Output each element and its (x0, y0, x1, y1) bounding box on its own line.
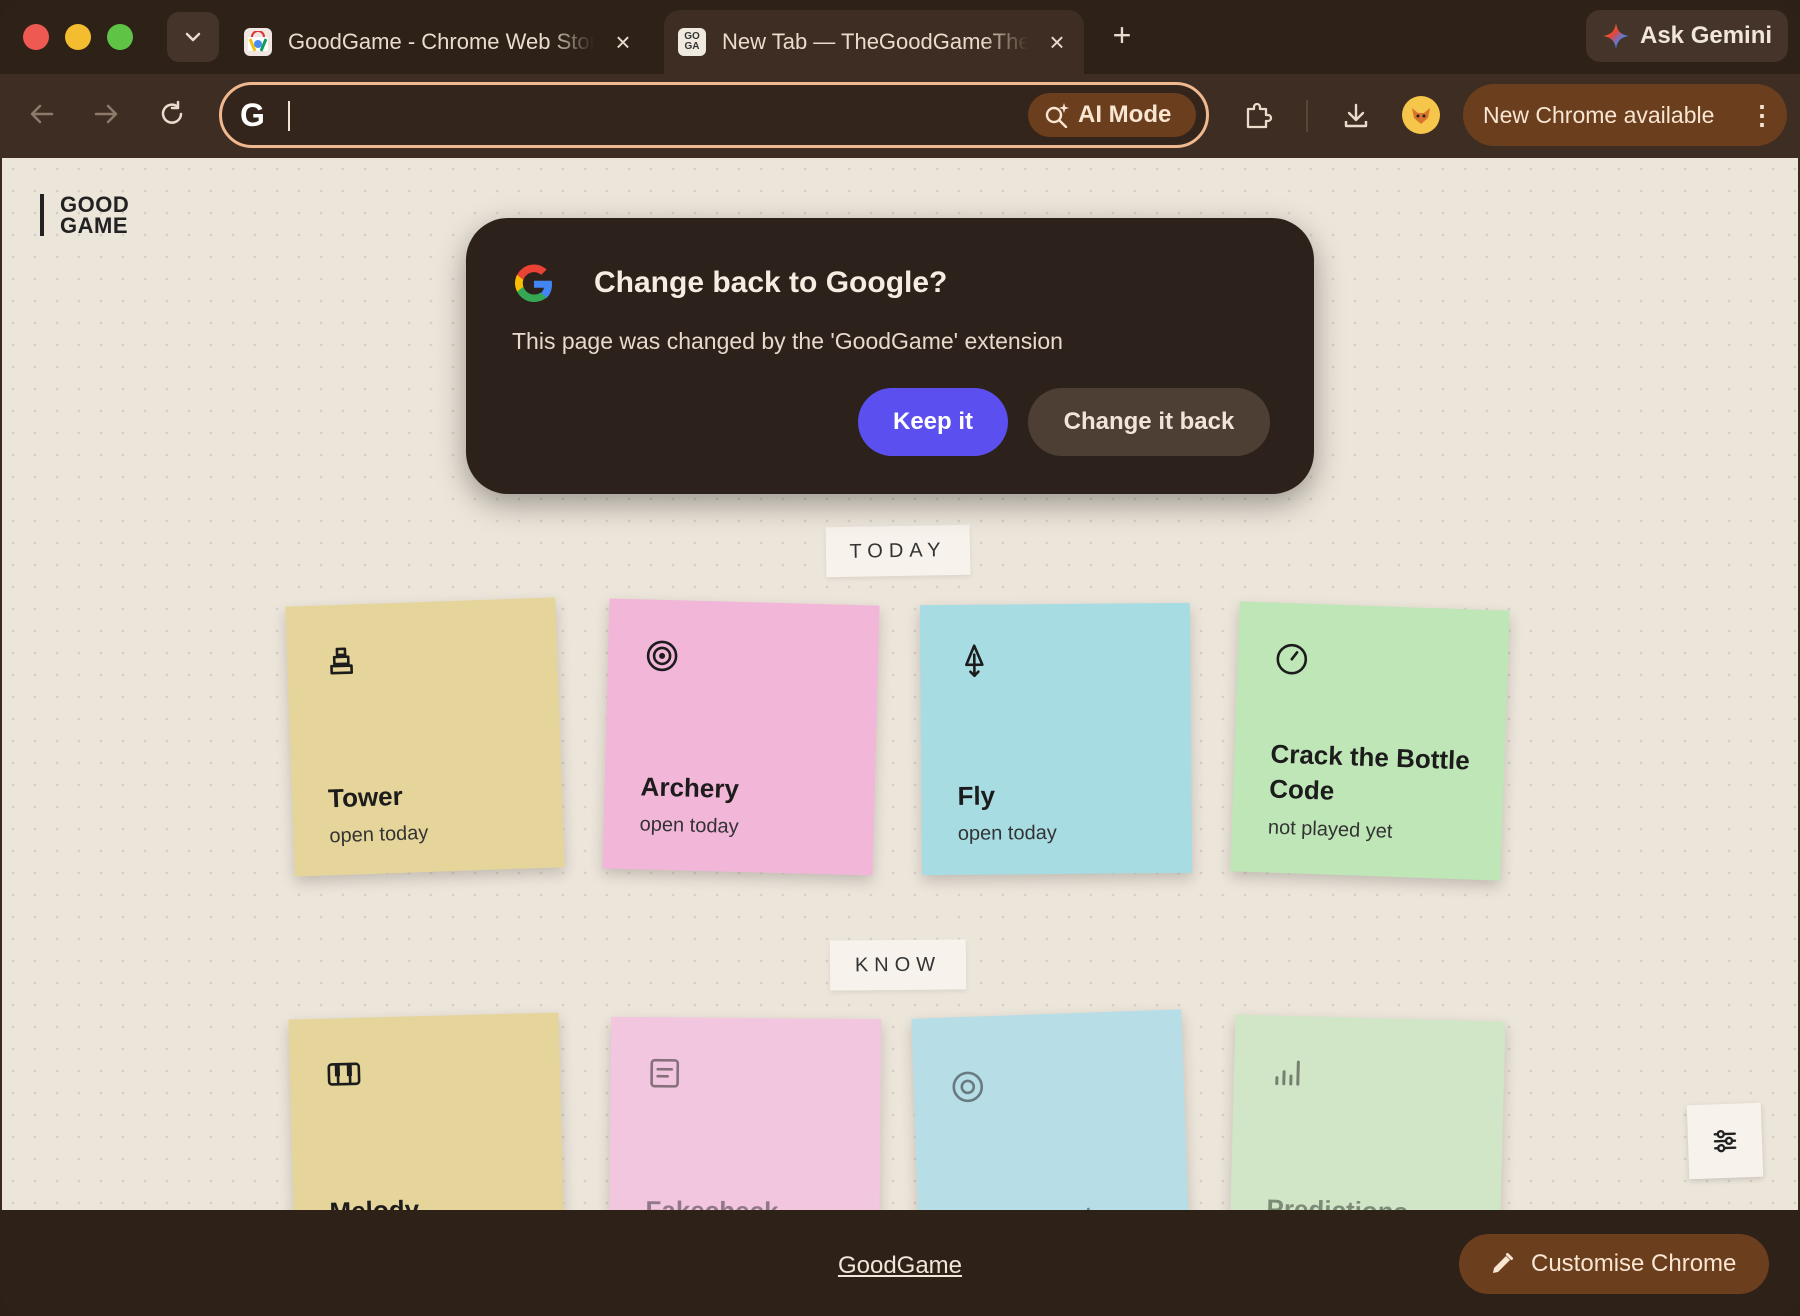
puzzle-icon (1246, 102, 1273, 129)
note-predictions[interactable]: Predictions (1228, 1014, 1506, 1210)
tower-icon (330, 647, 354, 675)
note-title: Melody (329, 1189, 540, 1210)
dialog-title: Change back to Google? (594, 266, 948, 299)
tab-search-button[interactable] (167, 12, 219, 62)
note-title: Rumorspot (954, 1196, 1165, 1210)
downloads-button[interactable] (1336, 96, 1376, 136)
goodgame-favicon-icon: GO GA (678, 28, 706, 56)
fox-avatar-icon (1412, 108, 1430, 124)
tab-new-tab[interactable]: GO GA New Tab — TheGoodGameTheory × (664, 10, 1084, 74)
note-title: Archery (640, 771, 740, 804)
note-title: Predictions (1266, 1191, 1477, 1210)
goodgame-footer-link[interactable]: GoodGame (838, 1252, 962, 1279)
piano-icon (327, 1062, 361, 1086)
toolbar-divider (1306, 100, 1308, 132)
timer-icon (1276, 643, 1308, 675)
note-fly[interactable]: Fly open today (919, 602, 1193, 876)
note-melody[interactable]: Melody (288, 1012, 566, 1210)
browser-window: GoodGame - Chrome Web Store × GO GA New … (0, 0, 1800, 1316)
webstore-favicon-icon (244, 28, 272, 56)
tab-close-icon[interactable]: × (1042, 27, 1072, 57)
gemini-sparkle-icon (1602, 22, 1630, 50)
note-crack-the-bottle-code[interactable]: Crack the Bottle Code not played yet (1230, 601, 1510, 881)
forward-button[interactable] (86, 94, 126, 134)
tab-title: New Tab — TheGoodGameTheory (722, 29, 1028, 54)
google-g-icon: G (240, 97, 265, 133)
note-archery[interactable]: Archery open today (602, 598, 880, 876)
dialog-body: This page was changed by the 'GoodGame' … (512, 328, 1063, 354)
google-logo-icon (515, 264, 552, 302)
ask-gemini-label: Ask Gemini (1640, 22, 1773, 49)
reload-icon (161, 100, 183, 124)
note-title: Fakecheck (645, 1193, 855, 1210)
keep-it-button[interactable]: Keep it (858, 388, 1008, 456)
profile-avatar[interactable] (1402, 96, 1440, 134)
pencil-icon (1489, 1251, 1515, 1277)
tab-title: GoodGame - Chrome Web Store (288, 29, 594, 54)
ai-mode-button[interactable]: AI Mode (1028, 93, 1196, 137)
tab-strip: GoodGame - Chrome Web Store × GO GA New … (0, 0, 1800, 74)
window-minimize-button[interactable] (65, 24, 91, 50)
note-title: Fly (957, 780, 996, 811)
window-maximize-button[interactable] (107, 24, 133, 50)
ai-search-icon (1044, 102, 1070, 128)
new-tab-button[interactable]: + (1105, 17, 1139, 53)
address-bar[interactable]: G AI Mode (219, 82, 1209, 148)
customise-label: Customise Chrome (1531, 1250, 1737, 1277)
change-it-back-button[interactable]: Change it back (1028, 388, 1270, 456)
note-status: open today (639, 813, 739, 838)
tree-icon (965, 644, 984, 678)
section-label-know: KNOW (829, 939, 967, 991)
settings-toggle-button[interactable] (1686, 1102, 1764, 1180)
section-label-today: TODAY (825, 524, 971, 578)
extensions-button[interactable] (1238, 96, 1278, 136)
footer-bar: GoodGame Customise Chrome (0, 1210, 1800, 1316)
ask-gemini-button[interactable]: Ask Gemini (1586, 10, 1788, 62)
target-icon (646, 640, 678, 672)
note-title: Tower (327, 780, 404, 814)
ai-mode-label: AI Mode (1078, 101, 1172, 128)
tab-close-icon[interactable]: × (608, 27, 638, 57)
arrow-left-icon (30, 104, 54, 124)
customise-chrome-button[interactable]: Customise Chrome (1459, 1234, 1769, 1294)
chevron-down-icon (185, 32, 201, 42)
arrow-right-icon (94, 104, 118, 124)
more-menu-icon[interactable]: ⋮ (1747, 100, 1777, 131)
back-button[interactable] (22, 94, 62, 134)
note-status: not played yet (1267, 816, 1393, 843)
tab-chrome-web-store[interactable]: GoodGame - Chrome Web Store × (230, 10, 650, 74)
sliders-icon (1713, 1129, 1737, 1153)
goodgame-logo: GOOD GAME (40, 194, 129, 237)
note-status: open today (329, 821, 429, 848)
bar-chart-icon (1275, 1060, 1300, 1086)
download-icon (1344, 103, 1368, 128)
note-tower[interactable]: Tower open today (285, 597, 565, 877)
document-icon (650, 1058, 680, 1088)
note-status: open today (957, 821, 1057, 845)
note-fakecheck[interactable]: Fakecheck (608, 1016, 882, 1210)
change-back-dialog: Change back to Google? This page was cha… (466, 218, 1314, 494)
update-chrome-button[interactable]: New Chrome available ⋮ (1463, 84, 1787, 146)
note-rumorspot[interactable]: Rumorspot (911, 1009, 1191, 1210)
window-close-button[interactable] (23, 24, 49, 50)
update-label: New Chrome available (1483, 101, 1715, 128)
target-icon (952, 1071, 984, 1103)
note-title: Crack the Bottle Code (1268, 738, 1471, 806)
omnibox-input[interactable] (282, 99, 986, 135)
reload-button[interactable] (152, 94, 192, 134)
